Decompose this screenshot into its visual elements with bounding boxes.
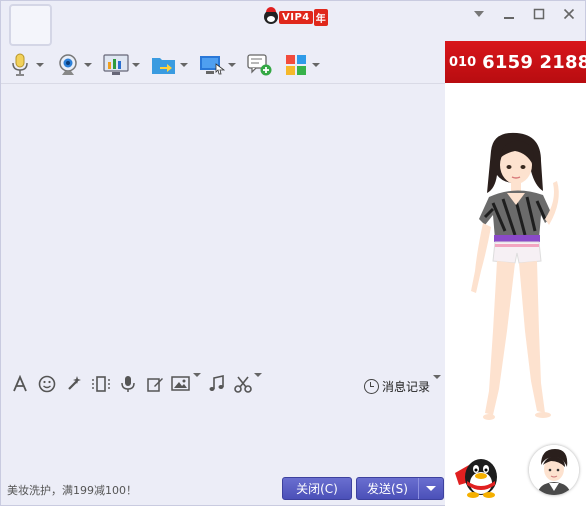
apps-button[interactable] xyxy=(283,50,321,80)
font-icon xyxy=(11,374,29,397)
main-toolbar xyxy=(1,47,445,83)
chevron-down-icon[interactable] xyxy=(227,60,237,70)
phone-ad-banner[interactable]: 010 6159 2188 xyxy=(445,41,586,83)
qq-penguin-icon[interactable] xyxy=(449,451,501,499)
close-icon[interactable] xyxy=(559,6,579,22)
chevron-down-icon[interactable] xyxy=(83,60,93,70)
magic-emoji-button[interactable] xyxy=(61,373,87,399)
screenshot-button[interactable] xyxy=(231,372,265,399)
music-button[interactable] xyxy=(204,373,230,399)
input-toolbar: 消息记录 xyxy=(1,371,445,401)
chevron-down-icon[interactable] xyxy=(254,372,262,396)
magic-wand-icon xyxy=(65,375,83,397)
qq-penguin-icon xyxy=(264,7,278,24)
close-button[interactable]: 关闭(C) xyxy=(282,477,352,500)
microphone-icon xyxy=(7,52,33,78)
chevron-down-icon[interactable] xyxy=(193,372,201,396)
right-side-panel: 010 6159 2188 xyxy=(445,41,586,506)
message-display-area[interactable] xyxy=(1,84,445,370)
qq-show-figure[interactable] xyxy=(445,131,586,431)
chat-window: VIP4 年 消息记录 美妆洗护，满199减100！ 关闭(C) 发送(S) 0… xyxy=(0,0,586,506)
image-icon xyxy=(171,375,191,397)
message-history-label: 消息记录 xyxy=(381,379,430,394)
edit-icon xyxy=(146,375,164,397)
send-button[interactable]: 发送(S) xyxy=(356,477,444,500)
promo-ad-link[interactable]: 美妆洗护，满199减100！ xyxy=(7,482,137,498)
emoji-button[interactable] xyxy=(34,373,60,399)
window-controls xyxy=(469,5,579,23)
music-icon xyxy=(208,375,226,397)
phone-number: 6159 2188 xyxy=(482,51,586,73)
chat-add-icon xyxy=(247,52,273,78)
send-file-button[interactable] xyxy=(151,50,189,80)
send-button-label: 发送(S) xyxy=(367,482,408,496)
message-history-button[interactable]: 消息记录 xyxy=(363,375,441,397)
scissors-icon xyxy=(234,375,252,397)
dropdown-icon[interactable] xyxy=(469,6,489,22)
emoji-icon xyxy=(38,375,56,397)
shake-button[interactable] xyxy=(88,373,114,399)
folder-icon xyxy=(151,52,177,78)
edit-button[interactable] xyxy=(142,373,168,399)
chevron-down-icon[interactable] xyxy=(35,60,45,70)
message-input[interactable] xyxy=(1,401,445,471)
phone-prefix: 010 xyxy=(449,54,477,70)
chevron-down-icon xyxy=(426,486,436,491)
voice-call-button[interactable] xyxy=(7,50,45,80)
chevron-down-icon[interactable] xyxy=(433,375,441,393)
contact-avatar[interactable] xyxy=(529,445,579,495)
voice-message-icon xyxy=(120,375,136,397)
create-discussion-button[interactable] xyxy=(247,50,273,80)
title-bar[interactable]: VIP4 年 xyxy=(1,1,586,46)
maximize-icon[interactable] xyxy=(529,6,549,22)
shake-icon xyxy=(91,375,111,397)
screen-share-icon xyxy=(199,52,225,78)
webcam-icon xyxy=(55,52,81,78)
clock-icon xyxy=(363,378,379,394)
screen-share-button[interactable] xyxy=(199,50,237,80)
remote-desktop-button[interactable] xyxy=(103,50,141,80)
font-button[interactable] xyxy=(7,373,33,399)
video-call-button[interactable] xyxy=(55,50,93,80)
vip-badge[interactable]: VIP4 年 xyxy=(264,7,328,26)
chevron-down-icon[interactable] xyxy=(131,60,141,70)
image-button[interactable] xyxy=(169,372,203,399)
voice-message-button[interactable] xyxy=(115,373,141,399)
chevron-down-icon[interactable] xyxy=(311,60,321,70)
minimize-icon[interactable] xyxy=(499,6,519,22)
chevron-down-icon[interactable] xyxy=(179,60,189,70)
send-options-dropdown[interactable] xyxy=(419,478,443,499)
contact-avatar-frame[interactable] xyxy=(9,4,52,46)
monitor-icon xyxy=(103,52,129,78)
vip-level-text: VIP4 xyxy=(279,10,313,24)
apps-grid-icon xyxy=(283,52,309,78)
vip-year-text: 年 xyxy=(313,8,328,26)
